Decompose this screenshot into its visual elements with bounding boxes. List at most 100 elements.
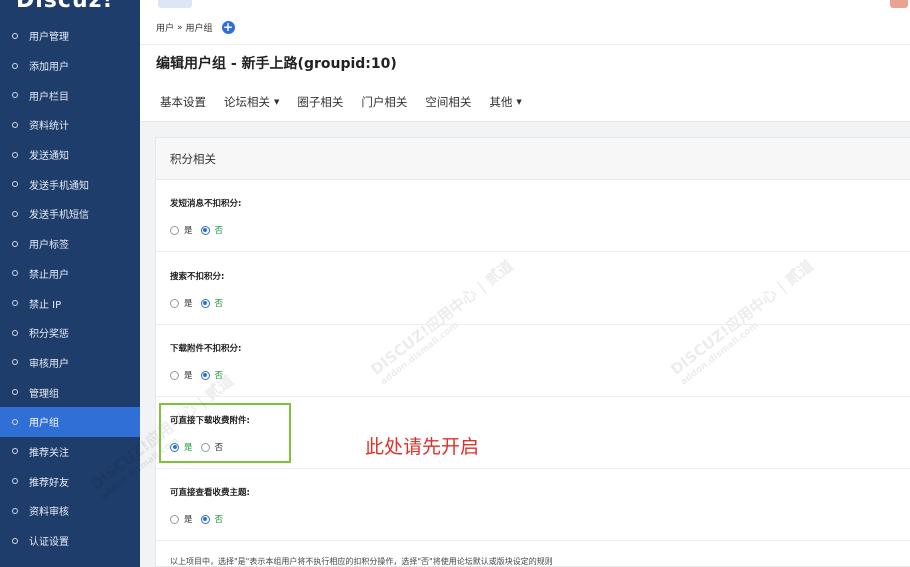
tab[interactable]: 论坛相关 ▼ [224, 94, 279, 110]
sidebar-item-label: 用户标签 [29, 240, 69, 252]
sidebar-item[interactable]: 推荐好友 [0, 466, 140, 496]
add-icon[interactable]: + [221, 21, 235, 34]
radio-group: 是否 [170, 297, 223, 309]
circle-icon [12, 62, 18, 69]
radio-group: 是否 [170, 369, 223, 381]
circle-icon [12, 537, 18, 544]
sidebar-item-label: 资料审核 [29, 507, 69, 519]
setting-label: 发短消息不扣积分: [170, 199, 242, 209]
tab-label: 圈子相关 [297, 95, 344, 109]
radio-button[interactable] [170, 298, 179, 308]
radio-option-no[interactable]: 否 [200, 369, 224, 381]
breadcrumb: 用户 » 用户组 + [156, 21, 235, 34]
setting-label: 搜索不扣积分: [170, 272, 225, 282]
radio-button[interactable] [200, 514, 210, 524]
radio-option-yes[interactable]: 是 [170, 369, 193, 381]
tab[interactable]: 空间相关 [425, 94, 471, 110]
sidebar-item-label: 用户栏目 [29, 91, 69, 103]
radio-button[interactable] [170, 370, 179, 380]
top-bar [140, 0, 910, 8]
radio-label: 否 [214, 371, 224, 381]
setting-row: 搜索不扣积分: 是否 [156, 253, 910, 325]
radio-option-no[interactable]: 否 [200, 513, 224, 525]
tab[interactable]: 其他 ▼ [489, 94, 521, 110]
sidebar-item[interactable]: 用户组 [0, 406, 140, 437]
setting-label: 可直接查看收费主题: [170, 488, 250, 498]
tab-label: 门户相关 [361, 95, 408, 109]
radio-button[interactable] [200, 370, 210, 380]
radio-option-yes[interactable]: 是 [170, 513, 193, 525]
sidebar-item-label: 发送通知 [29, 151, 69, 163]
tab-bar: 基本设置 论坛相关 ▼ 圈子相关 门户相关 空间相关 其他 ▼ [160, 94, 522, 110]
radio-label: 否 [214, 226, 224, 236]
sidebar-item-label: 积分奖惩 [29, 329, 69, 341]
sidebar-item-label: 推荐关注 [29, 447, 69, 459]
sidebar-item[interactable]: 资料统计 [0, 110, 140, 140]
sidebar-item[interactable]: 审核用户 [0, 348, 140, 378]
circle-icon [12, 121, 18, 128]
circle-icon [12, 92, 18, 99]
caret-down-icon: ▼ [516, 98, 522, 106]
circle-icon [12, 359, 18, 366]
sidebar-item[interactable]: 推荐关注 [0, 437, 140, 467]
setting-row: 发短消息不扣积分: 是 否 [156, 180, 910, 252]
radio-option-no[interactable]: 否 [200, 297, 223, 309]
sidebar-item[interactable]: 发送手机通知 [0, 169, 140, 199]
discuz-logo: Discuz! [16, 0, 114, 13]
sidebar-item[interactable]: 资料审核 [0, 496, 140, 526]
sidebar-item[interactable]: 积分奖惩 [0, 318, 140, 348]
sidebar-item[interactable]: 认证设置 [0, 526, 140, 556]
sidebar-item-label: 禁止 IP [29, 299, 62, 311]
radio-option-yes[interactable]: 是 [170, 297, 193, 309]
radio-button[interactable] [170, 225, 179, 235]
circle-icon [12, 181, 18, 188]
sidebar-item-label: 推荐好友 [29, 477, 69, 489]
breadcrumb-separator: » [177, 22, 183, 33]
radio-label: 是 [184, 299, 193, 309]
sidebar-item-label: 发送手机通知 [29, 180, 89, 192]
breadcrumb-root[interactable]: 用户 [156, 21, 174, 34]
sidebar-item[interactable]: 禁止 IP [0, 288, 140, 318]
tab-label: 空间相关 [425, 95, 472, 109]
tab[interactable]: 门户相关 [361, 94, 407, 110]
avatar[interactable] [890, 0, 908, 8]
circle-icon [12, 418, 18, 425]
sidebar-item-label: 用户管理 [29, 32, 69, 44]
sidebar-item[interactable]: 禁止用户 [0, 259, 140, 289]
radio-button[interactable] [170, 514, 179, 524]
circle-icon [12, 507, 18, 514]
sidebar-item[interactable]: 发送通知 [0, 140, 140, 170]
annotation-text: 此处请先开启 [365, 436, 480, 458]
sidebar-nav: 用户管理添加用户用户栏目资料统计发送通知发送手机通知发送手机短信用户标签禁止用户… [0, 21, 140, 555]
setting-row: 可直接查看收费主题: 是 否 [156, 469, 910, 541]
circle-icon [12, 210, 18, 217]
tab-label: 其他 [489, 95, 513, 109]
tab[interactable]: 圈子相关 [297, 94, 343, 110]
sidebar-item[interactable]: 添加用户 [0, 51, 140, 81]
sidebar-item[interactable]: 管理组 [0, 377, 140, 407]
sidebar-item-label: 禁止用户 [29, 269, 69, 281]
radio-label: 是 [184, 515, 193, 525]
radio-button[interactable] [200, 225, 210, 235]
circle-icon [12, 478, 18, 485]
circle-icon [12, 270, 18, 277]
page-title: 编辑用户组 - 新手上路(groupid:10) [156, 56, 397, 72]
sidebar-item[interactable]: 用户栏目 [0, 80, 140, 110]
tab[interactable]: 基本设置 [160, 94, 206, 110]
divider [140, 44, 910, 45]
radio-option-no[interactable]: 否 [200, 224, 224, 236]
sidebar-item[interactable]: 用户标签 [0, 229, 140, 259]
sidebar-item[interactable]: 发送手机短信 [0, 199, 140, 229]
radio-label: 是 [184, 226, 193, 236]
sidebar-item[interactable]: 用户管理 [0, 21, 140, 51]
circle-icon [12, 448, 18, 455]
page-header: 用户 » 用户组 + 编辑用户组 - 新手上路(groupid:10) 基本设置… [140, 8, 910, 122]
caret-down-icon: ▼ [274, 98, 280, 106]
highlight-box [159, 403, 291, 463]
radio-button[interactable] [200, 298, 210, 308]
top-tab[interactable] [158, 0, 192, 8]
radio-label: 是 [184, 371, 193, 381]
settings-card: 积分相关 以上项目中，选择"是"表示本组用户将不执行相应的扣积分操作，选择"否"… [87, 137, 910, 567]
radio-option-yes[interactable]: 是 [170, 224, 193, 236]
radio-label: 否 [214, 515, 224, 525]
